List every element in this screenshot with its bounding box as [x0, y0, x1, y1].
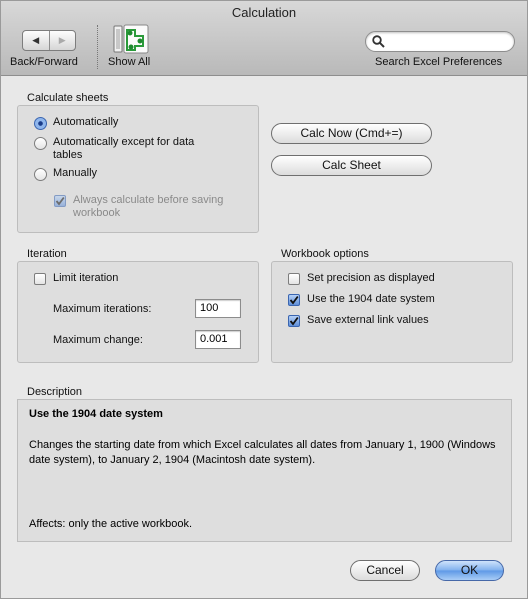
description-affects: Affects: only the active workbook.: [29, 518, 193, 530]
search-field[interactable]: [365, 31, 515, 52]
show-all-icon[interactable]: [113, 24, 149, 54]
window-title: Calculation: [231, 5, 297, 20]
back-arrow-icon[interactable]: ◀: [23, 31, 50, 50]
back-forward-label: Back/Forward: [10, 56, 78, 68]
toolbar-separator: [97, 25, 98, 69]
back-forward-control[interactable]: ◀ ▶: [22, 30, 76, 51]
max-change-field[interactable]: 0.001: [195, 330, 241, 349]
checkbox-checked-disabled[interactable]: [54, 195, 66, 207]
description-heading: Use the 1904 date system: [29, 408, 163, 420]
set-precision-checkbox[interactable]: Set precision as displayed: [288, 272, 435, 285]
show-all-label[interactable]: Show All: [108, 56, 150, 68]
forward-arrow-icon[interactable]: ▶: [50, 31, 76, 50]
max-iterations-label: Maximum iterations:: [53, 303, 152, 315]
always-calc-before-saving-checkbox[interactable]: Always calculate before saving workbook: [54, 194, 254, 220]
radio-button[interactable]: [34, 168, 47, 181]
calc-sheet-button[interactable]: Calc Sheet: [271, 155, 432, 176]
save-external-link-values-checkbox[interactable]: Save external link values: [288, 314, 429, 327]
workbook-options-title: Workbook options: [281, 248, 369, 260]
search-icon: [372, 35, 385, 48]
preferences-window: Calculation ◀ ▶ Back/Forward Show All Se…: [0, 0, 528, 599]
checkbox-checked[interactable]: [288, 315, 300, 327]
search-label: Search Excel Preferences: [375, 56, 503, 68]
checkbox[interactable]: [34, 273, 46, 285]
iteration-title: Iteration: [27, 248, 67, 260]
checkbox[interactable]: [288, 273, 300, 285]
search-input[interactable]: [388, 34, 508, 49]
max-iterations-field[interactable]: 100: [195, 299, 241, 318]
calc-now-button[interactable]: Calc Now (Cmd+=): [271, 123, 432, 144]
use-1904-date-system-checkbox[interactable]: Use the 1904 date system: [288, 293, 435, 306]
description-title: Description: [27, 386, 83, 398]
checkmark-icon: [289, 295, 299, 305]
checkmark-icon: [289, 316, 299, 326]
radio-manually[interactable]: Manually: [34, 167, 97, 181]
description-box: Use the 1904 date system Changes the sta…: [17, 399, 512, 542]
checkmark-icon: [55, 196, 65, 206]
ok-button[interactable]: OK: [435, 560, 504, 581]
calculate-sheets-title: Calculate sheets: [27, 92, 109, 104]
radio-automatically[interactable]: Automatically: [34, 116, 118, 130]
toolbar: Calculation ◀ ▶ Back/Forward Show All Se…: [1, 1, 527, 76]
radio-automatically-except-tables[interactable]: Automatically except for data tables: [34, 136, 234, 162]
description-text: Changes the starting date from which Exc…: [29, 439, 496, 466]
radio-button-selected[interactable]: [34, 117, 47, 130]
cancel-button[interactable]: Cancel: [350, 560, 420, 581]
radio-button[interactable]: [34, 137, 47, 150]
limit-iteration-checkbox[interactable]: Limit iteration: [34, 272, 118, 285]
checkbox-checked[interactable]: [288, 294, 300, 306]
max-change-label: Maximum change:: [53, 334, 143, 346]
